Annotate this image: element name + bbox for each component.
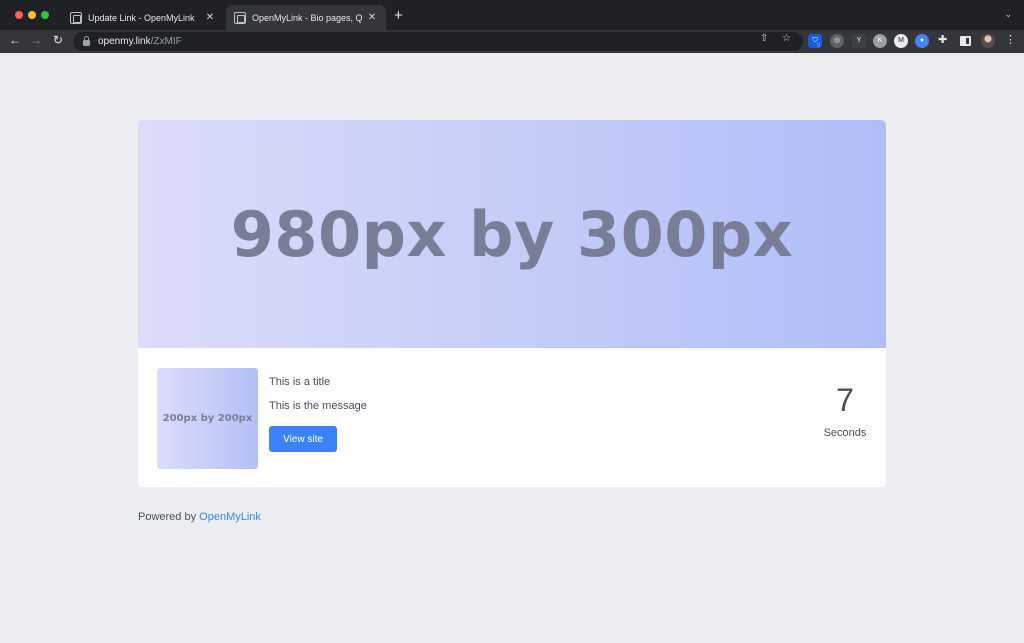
footer-link[interactable]: OpenMyLink xyxy=(199,511,261,523)
extension-icon[interactable]: ● xyxy=(915,34,929,48)
tab-title: OpenMyLink - Bio pages, QR c xyxy=(252,12,362,23)
share-icon[interactable]: ⇧ xyxy=(760,33,768,44)
site-favicon-icon xyxy=(70,11,82,24)
footer-prefix: Powered by xyxy=(138,511,200,523)
link-title: This is a title xyxy=(269,376,331,388)
banner-image: 980px by 300px xyxy=(138,120,886,348)
minimize-window-button[interactable] xyxy=(28,11,36,19)
footer-powered-by: Powered by OpenMyLink xyxy=(138,511,261,523)
close-window-button[interactable] xyxy=(15,11,23,19)
banner-placeholder-text: 980px by 300px xyxy=(230,197,794,271)
reload-icon[interactable]: ↻ xyxy=(50,33,66,47)
bookmark-star-icon[interactable]: ☆ xyxy=(782,33,791,44)
link-preview-card: 980px by 300px 200px by 200px This is a … xyxy=(138,120,886,487)
url-path: /ZxMIF xyxy=(150,36,182,47)
link-message: This is the message xyxy=(269,400,367,412)
forward-arrow-icon[interactable]: → xyxy=(28,33,44,47)
tab-openmylink-active[interactable]: OpenMyLink - Bio pages, QR c ✕ xyxy=(226,5,386,30)
thumbnail-placeholder-text: 200px by 200px xyxy=(162,413,253,424)
view-site-button[interactable]: View site xyxy=(269,426,337,452)
tab-close-icon[interactable]: ✕ xyxy=(204,12,216,23)
extension-icon[interactable]: M xyxy=(894,34,908,48)
browser-tab-strip: Update Link - OpenMyLink ✕ OpenMyLink - … xyxy=(0,0,1024,30)
tab-update-link[interactable]: Update Link - OpenMyLink ✕ xyxy=(62,5,224,30)
extension-icon[interactable]: ◎ xyxy=(830,34,844,48)
extension-icon[interactable]: K xyxy=(873,34,887,48)
back-arrow-icon[interactable]: ← xyxy=(7,33,23,47)
browser-toolbar: ← → ↻ openmy.link/ZxMIF ⇧ ☆ ⛉ 9 ◎ Y K M … xyxy=(0,30,1024,53)
countdown-label: Seconds xyxy=(823,427,867,439)
tab-title: Update Link - OpenMyLink xyxy=(88,12,195,23)
tab-close-icon[interactable]: ✕ xyxy=(366,12,378,23)
maximize-window-button[interactable] xyxy=(41,11,49,19)
menu-kebab-icon[interactable]: ⋮ xyxy=(1005,33,1016,46)
extensions-puzzle-icon[interactable]: ✚ xyxy=(938,33,947,46)
new-tab-button[interactable]: + xyxy=(394,7,403,24)
url-host: openmy.link xyxy=(98,36,151,47)
bitwarden-badge: 9 xyxy=(817,43,821,49)
site-favicon-icon xyxy=(234,11,246,24)
profile-avatar[interactable] xyxy=(981,34,995,48)
thumbnail-image: 200px by 200px xyxy=(157,368,258,469)
tab-search-chevron-icon[interactable]: ⌄ xyxy=(1004,9,1012,20)
extension-icon[interactable]: Y xyxy=(852,34,866,48)
side-panel-icon[interactable] xyxy=(960,36,971,46)
address-bar[interactable]: openmy.link/ZxMIF xyxy=(73,32,803,51)
countdown-value: 7 xyxy=(836,382,854,418)
lock-icon[interactable] xyxy=(83,36,90,46)
